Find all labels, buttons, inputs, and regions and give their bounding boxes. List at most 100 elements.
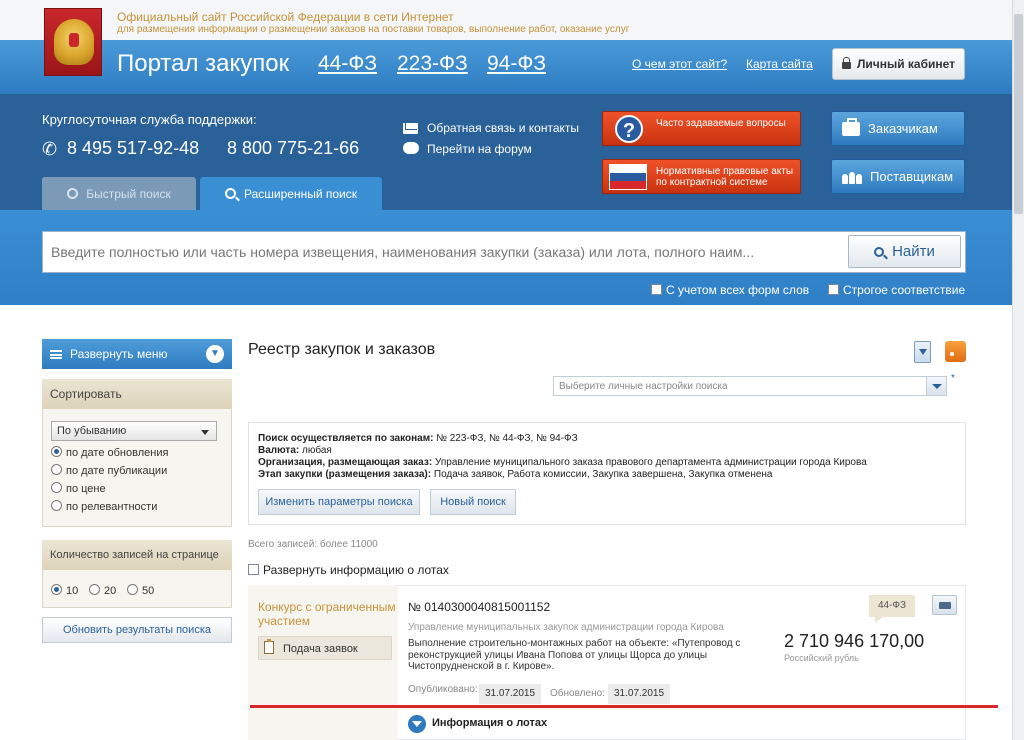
param-value: любая <box>302 445 332 456</box>
strict-match-label: Строгое соответствие <box>843 283 966 297</box>
sort-by-relevance-radio[interactable]: по релевантности <box>51 500 157 513</box>
sort-option-label: по цене <box>66 483 106 495</box>
law-link-94fz[interactable]: 94-ФЗ <box>487 52 546 76</box>
search-input[interactable]: Введите полностью или часть номера извещ… <box>42 231 966 273</box>
clipboard-icon <box>264 639 274 654</box>
download-icon[interactable] <box>914 341 931 363</box>
radio[interactable] <box>89 584 100 595</box>
param-organization: Организация, размещающая заказ: Управлен… <box>258 457 867 468</box>
find-button-label: Найти <box>892 243 935 260</box>
site-subtitle-line1: Официальный сайт Российской Федерации в … <box>117 10 454 24</box>
notice-number-link[interactable]: № 0140300040815001152 <box>408 600 550 614</box>
lock-icon <box>841 57 851 69</box>
sort-option-label: по дате обновления <box>66 447 169 459</box>
sort-title: Сортировать <box>42 379 232 409</box>
about-site-link[interactable]: О чем этот сайт? <box>632 57 727 71</box>
all-word-forms-label: С учетом всех форм слов <box>666 283 810 297</box>
update-results-button[interactable]: Обновить результаты поиска <box>42 617 232 643</box>
param-value: Подача заявок, Работа комиссии, Закупка … <box>433 469 773 480</box>
people-icon <box>842 170 862 184</box>
chevron-down-icon[interactable]: ▼ <box>206 345 224 363</box>
search-settings-select[interactable]: Выберите личные настройки поиска <box>553 376 947 396</box>
chevron-down-icon[interactable] <box>926 377 946 395</box>
procurement-description: Выполнение строительно-монтажных работ н… <box>408 638 741 672</box>
zoom-icon <box>225 188 236 199</box>
law-link-44fz[interactable]: 44-ФЗ <box>318 52 377 76</box>
per-page-20-radio[interactable]: 20 <box>89 584 116 597</box>
law-link-223fz[interactable]: 223-ФЗ <box>397 52 468 76</box>
feedback-link[interactable]: Обратная связь и контакты <box>427 121 579 135</box>
sitemap-link[interactable]: Карта сайта <box>746 57 813 71</box>
new-search-button[interactable]: Новый поиск <box>430 489 516 515</box>
suppliers-label: Поставщикам <box>870 169 954 184</box>
per-page-50-radio[interactable]: 50 <box>127 584 154 597</box>
param-label: Поиск осуществляется по законам: <box>258 433 434 444</box>
annotation-red-line <box>250 705 998 708</box>
lots-info-toggle[interactable]: Информация о лотах <box>432 717 547 729</box>
legal-acts-label: Нормативные правовые акты по контрактной… <box>656 166 794 188</box>
expand-lots-checkbox[interactable]: Развернуть информацию о лотах <box>248 563 449 577</box>
radio[interactable] <box>127 584 138 595</box>
phone-icon: ✆ <box>42 139 58 159</box>
print-icon[interactable] <box>932 595 957 615</box>
support-phone-1: 8 495 517-92-48 <box>67 138 200 158</box>
radio-selected[interactable] <box>51 446 62 457</box>
sort-option-label: по релевантности <box>66 501 158 513</box>
suppliers-button[interactable]: Поставщикам <box>831 159 965 194</box>
support-phone-2: 8 800 775-21-66 <box>227 138 360 158</box>
legal-acts-button[interactable]: Нормативные правовые акты по контрактной… <box>602 159 801 194</box>
expand-menu-label: Развернуть меню <box>70 347 168 361</box>
tab-quick-search-label: Быстрый поиск <box>86 186 171 201</box>
coat-of-arms-logo[interactable] <box>44 8 102 76</box>
portal-title[interactable]: Портал закупок <box>117 50 289 78</box>
question-icon: ? <box>615 115 643 143</box>
support-label: Круглосуточная служба поддержки: <box>42 112 257 127</box>
personal-cabinet-label: Личный кабинет <box>856 57 956 71</box>
customers-button[interactable]: Заказчикам <box>831 111 965 146</box>
sort-by-update-radio[interactable]: по дате обновления <box>51 446 168 459</box>
radio[interactable] <box>51 500 62 511</box>
search-placeholder: Введите полностью или часть номера извещ… <box>51 244 755 260</box>
customers-label: Заказчикам <box>868 121 938 136</box>
scrollbar-thumb[interactable] <box>1014 14 1023 214</box>
law-badge: 44-ФЗ <box>869 595 915 623</box>
page-title: Реестр закупок и заказов <box>248 341 436 358</box>
radio[interactable] <box>51 482 62 493</box>
expand-lots-box[interactable] <box>248 564 259 575</box>
param-currency: Валюта: любая <box>258 445 332 456</box>
strict-match-checkbox[interactable]: Строгое соответствие <box>828 283 965 297</box>
sort-by-publication-radio[interactable]: по дате публикации <box>51 464 167 477</box>
forum-link[interactable]: Перейти на форум <box>427 142 532 156</box>
all-word-forms-box[interactable] <box>651 284 662 295</box>
all-word-forms-checkbox[interactable]: С учетом всех форм слов <box>651 283 809 297</box>
per-page-10-radio[interactable]: 10 <box>51 584 78 597</box>
param-value: Управление муниципального заказа правово… <box>434 457 867 468</box>
faq-button[interactable]: ? Часто задаваемые вопросы <box>602 111 801 146</box>
tab-extended-search[interactable]: Расширенный поиск <box>200 177 382 210</box>
radio[interactable] <box>51 464 62 475</box>
sort-by-price-radio[interactable]: по цене <box>51 482 106 495</box>
records-per-page-title: Количество записей на странице <box>42 540 232 570</box>
expand-menu-button[interactable]: Развернуть меню <box>42 339 232 369</box>
rss-icon[interactable] <box>945 341 966 362</box>
param-label: Этап закупки (размещения заказа): <box>258 469 432 480</box>
eagle-icon <box>54 19 94 65</box>
menu-icon <box>50 349 62 359</box>
chevron-down-icon[interactable] <box>408 715 426 733</box>
change-params-button[interactable]: Изменить параметры поиска <box>258 489 420 515</box>
currency-name: Российский рубль <box>784 653 859 663</box>
per-page-label: 10 <box>66 585 79 597</box>
sort-order-select[interactable]: По убыванию <box>51 421 217 441</box>
updated-date: 31.07.2015 <box>608 684 671 704</box>
radio-selected[interactable] <box>51 584 62 595</box>
per-page-label: 20 <box>104 585 117 597</box>
strict-match-box[interactable] <box>828 284 839 295</box>
find-button[interactable]: Найти <box>848 235 961 268</box>
briefcase-icon <box>842 117 860 136</box>
tab-quick-search[interactable]: Быстрый поиск <box>42 177 196 210</box>
required-asterisk: * <box>951 373 955 384</box>
envelope-icon <box>403 123 418 134</box>
expand-lots-label: Развернуть информацию о лотах <box>263 563 449 577</box>
tab-extended-search-label: Расширенный поиск <box>244 186 357 201</box>
personal-cabinet-button[interactable]: Личный кабинет <box>832 48 965 80</box>
